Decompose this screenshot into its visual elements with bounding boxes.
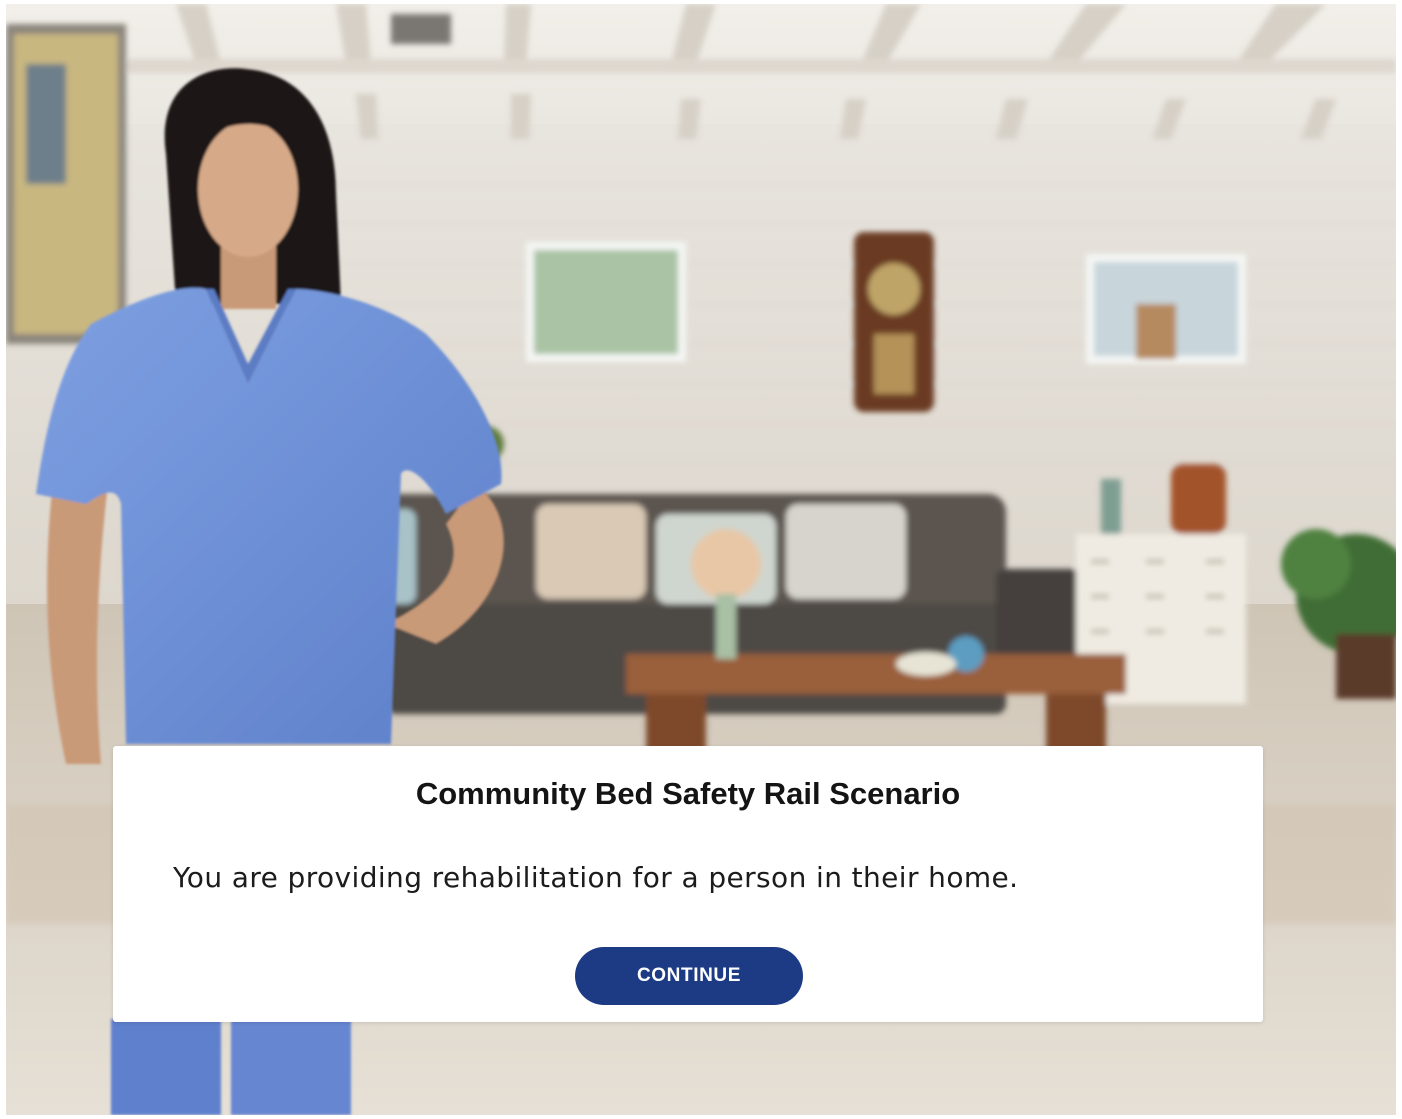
scenario-description: You are providing rehabilitation for a p… <box>173 861 1019 894</box>
scenario-dialog: Community Bed Safety Rail Scenario You a… <box>113 746 1263 1022</box>
continue-button[interactable]: CONTINUE <box>575 947 803 1005</box>
scenario-title: Community Bed Safety Rail Scenario <box>415 776 961 811</box>
scenario-stage: Community Bed Safety Rail Scenario You a… <box>6 4 1396 1115</box>
